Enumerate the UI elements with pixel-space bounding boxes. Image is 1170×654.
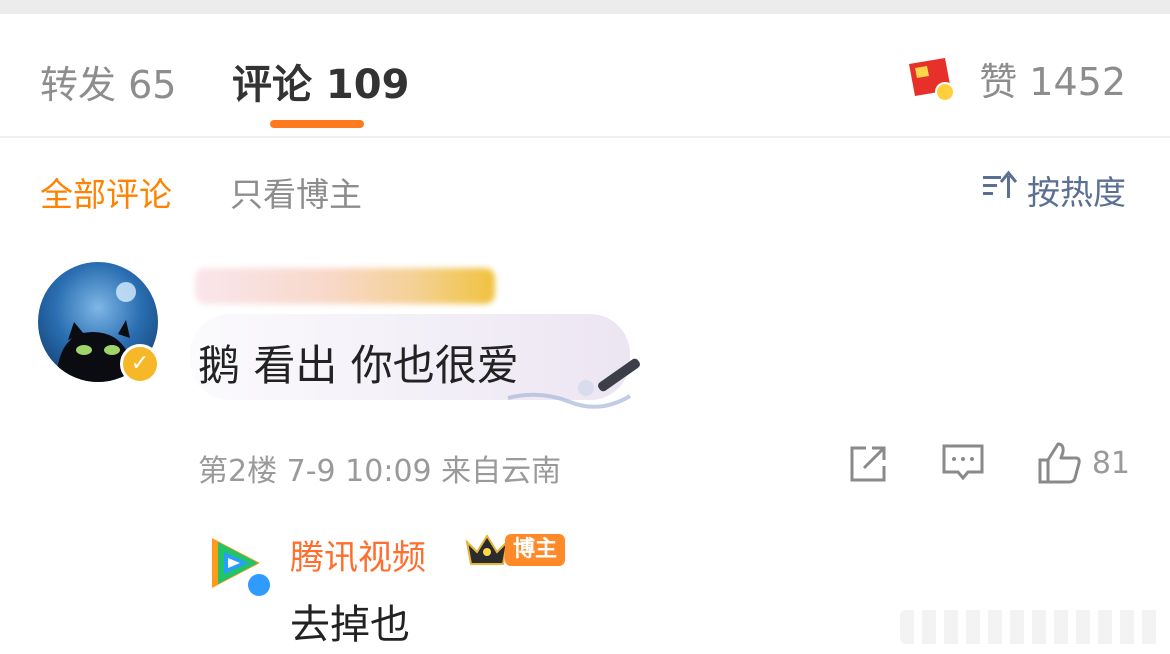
sort-icon: [981, 170, 1018, 210]
comment-meta: 第2楼 7-9 10:09 来自云南: [198, 454, 562, 489]
sort-label: 按热度: [1027, 173, 1126, 212]
reply-text: 去掉也: [290, 602, 410, 648]
tab-like[interactable]: 赞 1452: [905, 54, 1126, 104]
crown-icon: [465, 534, 509, 565]
active-tab-indicator: [270, 120, 364, 128]
commenter-name-blurred[interactable]: [195, 268, 495, 304]
comment-icon[interactable]: [940, 440, 986, 486]
filter-all-comments[interactable]: 全部评论: [40, 168, 172, 216]
tab-bar: 转发 65 评论 109 赞 1452: [0, 14, 1170, 138]
tab-repost[interactable]: 转发 65: [40, 54, 176, 109]
comment-text: 鹅 看出 你也很爱: [198, 341, 519, 390]
comment-actions: 81: [846, 440, 1130, 486]
comment-filter-bar: 全部评论 只看博主 按热度: [0, 160, 1170, 216]
reply-verified-icon: [246, 572, 272, 598]
watermark: [900, 610, 1160, 644]
filter-blogger-only[interactable]: 只看博主: [230, 168, 362, 216]
comment-like-count: 81: [1091, 445, 1130, 481]
reply-author-name[interactable]: 腾讯视频: [290, 530, 426, 579]
share-icon[interactable]: [846, 440, 892, 486]
tab-comment[interactable]: 评论 109: [232, 52, 409, 110]
like-count-label: 赞 1452: [979, 59, 1126, 104]
bubble-decoration-icon: [507, 358, 640, 409]
blogger-badge: 博主: [505, 534, 566, 566]
verified-badge-icon: ✓: [120, 344, 160, 384]
status-strip: [0, 0, 1170, 14]
sort-by-hot-button[interactable]: 按热度: [981, 166, 1126, 214]
thumbs-up-icon[interactable]: [1036, 440, 1082, 486]
like-badge-icon: [905, 54, 957, 102]
